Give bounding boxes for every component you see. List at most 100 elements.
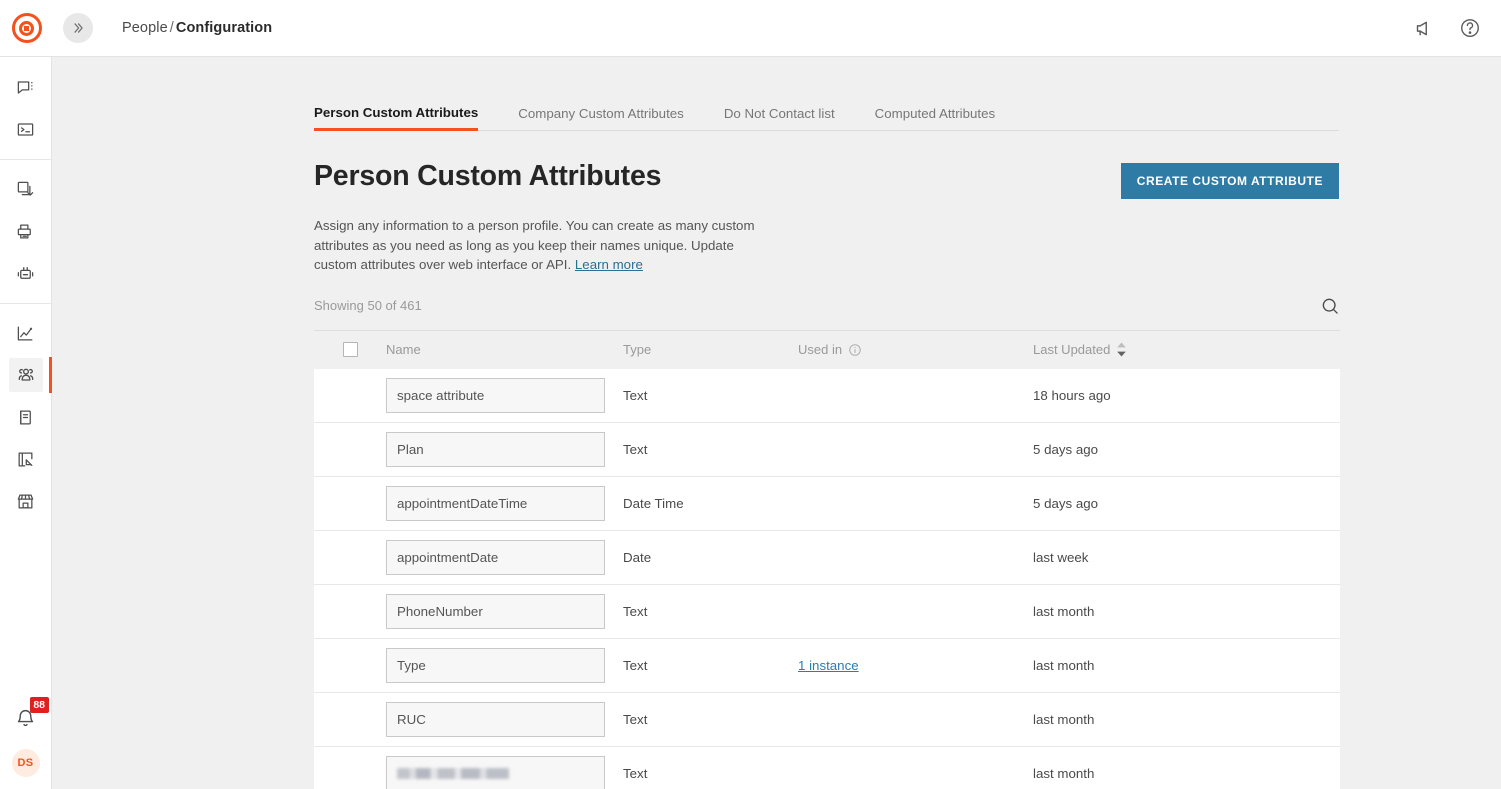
attribute-name-input[interactable] [386,702,605,737]
row-last-updated-cell: last week [1033,550,1340,565]
used-in-instances-link[interactable]: 1 instance [798,658,859,673]
page-title: Person Custom Attributes [314,160,661,193]
row-name-cell [386,702,623,737]
rail-divider [0,303,52,304]
tab-bar: Person Custom Attributes Company Custom … [314,95,1339,131]
row-type-cell: Text [623,766,798,781]
row-name-cell [386,594,623,629]
rail-bottom: 88 DS [9,701,43,789]
row-last-updated-cell: last month [1033,658,1340,673]
row-name-cell [386,648,623,683]
row-last-updated-cell: last month [1033,712,1340,727]
row-name-cell [386,540,623,575]
row-last-updated-cell: last month [1033,766,1340,781]
body: 88 DS Person Custom Attributes Company C… [0,57,1501,789]
table-row[interactable]: Date last week [314,531,1340,585]
showing-count: Showing 50 of 461 [314,298,422,313]
redacted-text [397,768,509,779]
tab-do-not-contact-list[interactable]: Do Not Contact list [724,106,835,131]
top-bar: People/Configuration [0,0,1501,57]
attribute-name-input[interactable] [386,648,605,683]
sidebar-item-bots[interactable] [9,256,43,290]
sidebar-item-people[interactable] [9,358,43,392]
breadcrumb: People/Configuration [122,20,272,36]
create-custom-attribute-button[interactable]: CREATE CUSTOM ATTRIBUTE [1121,163,1339,199]
row-type-cell: Text [623,604,798,619]
row-last-updated-cell: 18 hours ago [1033,388,1340,403]
info-icon[interactable] [848,343,862,357]
rail-group-2 [0,168,51,294]
rail-group-1 [0,66,51,150]
column-header-last-updated[interactable]: Last Updated [1033,342,1340,357]
attribute-name-input[interactable] [386,432,605,467]
row-name-cell [386,432,623,467]
breadcrumb-separator: / [170,20,174,36]
table-header-row: Name Type Used in Last Updated [314,331,1340,369]
page-description-text: Assign any information to a person profi… [314,218,755,272]
sort-arrows-icon[interactable] [1116,342,1127,357]
column-header-last-updated-label: Last Updated [1033,342,1110,357]
row-used-in-cell: 1 instance [798,658,1033,673]
table-row[interactable]: Text last month [314,585,1340,639]
sidebar-item-knowledge[interactable] [9,400,43,434]
table-row[interactable]: Text 1 instance last month [314,639,1340,693]
tab-company-custom-attributes[interactable]: Company Custom Attributes [518,106,684,131]
row-type-cell: Date [623,550,798,565]
table-row[interactable]: Date Time 5 days ago [314,477,1340,531]
table-row[interactable]: Text last month [314,747,1340,789]
row-last-updated-cell: 5 days ago [1033,496,1340,511]
sidebar-item-analytics[interactable] [9,316,43,350]
sidebar-item-console[interactable] [9,112,43,146]
row-name-cell [386,378,623,413]
table-row[interactable]: Text last month [314,693,1340,747]
select-all-checkbox[interactable] [343,342,358,357]
table-row[interactable]: Text 18 hours ago [314,369,1340,423]
row-type-cell: Text [623,388,798,403]
page-header: Person Custom Attributes CREATE CUSTOM A… [314,160,1339,199]
attribute-name-input[interactable] [386,756,605,789]
target-logo[interactable] [9,11,44,46]
avatar[interactable]: DS [12,749,40,777]
sidebar-item-conversations[interactable] [9,70,43,104]
tab-computed-attributes[interactable]: Computed Attributes [875,106,995,131]
column-header-name[interactable]: Name [386,342,623,357]
rail-divider [0,159,52,160]
chevron-double-right-icon[interactable] [63,13,93,43]
help-circle-icon[interactable] [1457,15,1483,41]
tab-person-custom-attributes[interactable]: Person Custom Attributes [314,105,478,131]
bell-icon[interactable]: 88 [9,701,43,735]
table-meta-row: Showing 50 of 461 [314,296,1340,331]
attribute-name-input[interactable] [386,378,605,413]
row-type-cell: Text [623,712,798,727]
learn-more-link[interactable]: Learn more [575,257,643,272]
app-root: People/Configuration [0,0,1501,789]
table-row[interactable]: Text 5 days ago [314,423,1340,477]
attribute-name-input[interactable] [386,540,605,575]
megaphone-icon[interactable] [1411,15,1437,41]
breadcrumb-parent[interactable]: People [122,20,168,36]
left-nav-rail: 88 DS [0,57,52,789]
top-bar-actions [1411,15,1483,41]
breadcrumb-current: Configuration [176,20,272,36]
column-header-used-in-label: Used in [798,342,842,357]
notification-badge: 88 [30,697,49,713]
attribute-name-input[interactable] [386,486,605,521]
row-last-updated-cell: last month [1033,604,1340,619]
attribute-name-input[interactable] [386,594,605,629]
main-content: Person Custom Attributes Company Custom … [52,57,1501,789]
sidebar-item-forms[interactable] [9,442,43,476]
sidebar-item-campaigns[interactable] [9,172,43,206]
select-all-cell [314,342,386,357]
row-type-cell: Text [623,658,798,673]
sidebar-item-broadcasts[interactable] [9,214,43,248]
row-last-updated-cell: 5 days ago [1033,442,1340,457]
row-name-cell [386,486,623,521]
sidebar-item-store[interactable] [9,484,43,518]
column-header-type[interactable]: Type [623,342,798,357]
search-icon[interactable] [1320,296,1340,316]
column-header-used-in[interactable]: Used in [798,342,1033,357]
row-name-cell [386,756,623,789]
row-type-cell: Date Time [623,496,798,511]
page-description: Assign any information to a person profi… [314,216,766,275]
rail-group-3 [0,312,51,522]
